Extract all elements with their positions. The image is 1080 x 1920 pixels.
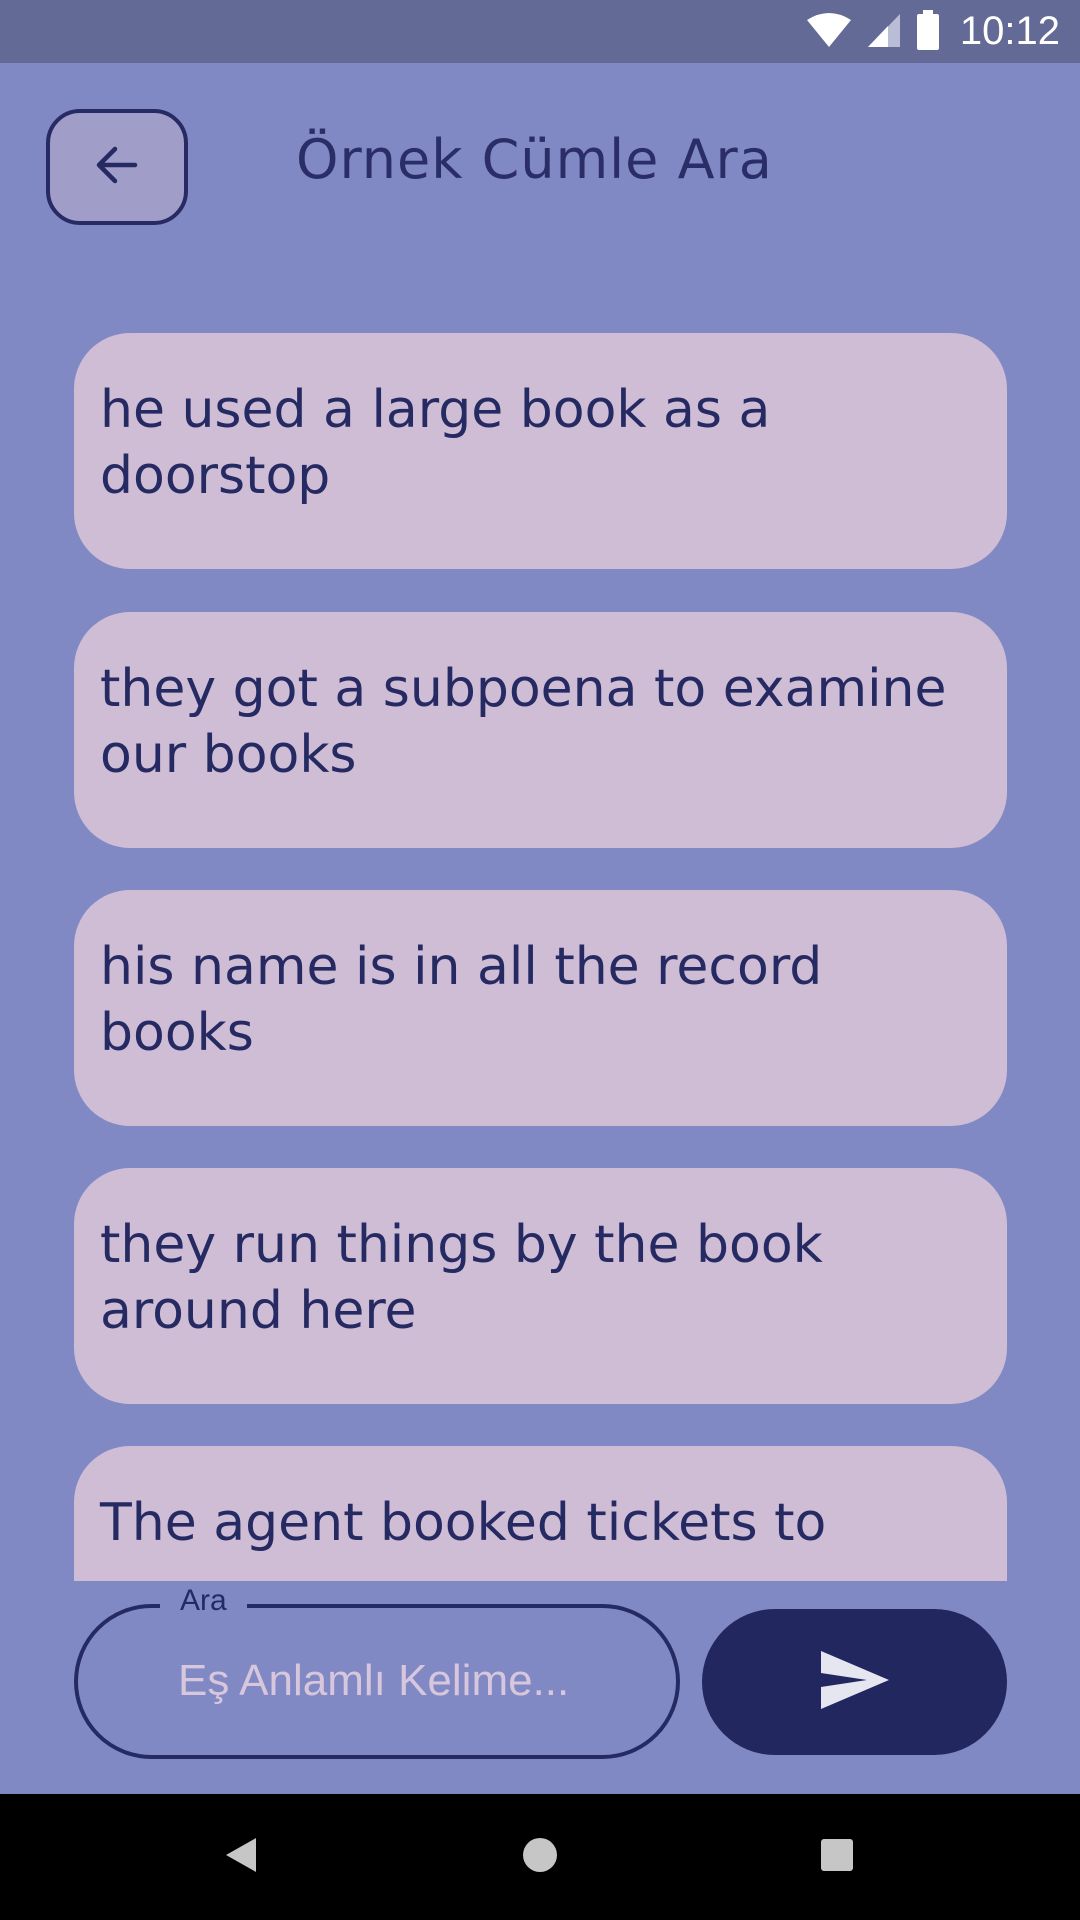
screen: 10:12 Örnek Cümle Ara he used a large bo… — [0, 0, 1080, 1920]
sentence-text: his name is in all the record books — [100, 937, 823, 1063]
status-bar: 10:12 — [0, 0, 1080, 63]
send-button[interactable] — [702, 1609, 1007, 1755]
page-title: Örnek Cümle Ara — [296, 128, 773, 191]
back-button[interactable] — [46, 109, 188, 225]
recents-square-icon — [820, 1838, 854, 1876]
cell-signal-icon — [866, 12, 902, 52]
battery-icon — [916, 9, 940, 54]
back-triangle-icon — [224, 1836, 258, 1878]
sentence-card[interactable]: his name is in all the record books — [74, 890, 1007, 1126]
arrow-left-icon — [95, 143, 139, 191]
sentence-text: they run things by the book around here — [100, 1215, 823, 1341]
home-circle-icon — [521, 1836, 559, 1878]
wifi-icon — [806, 12, 852, 52]
sentence-card[interactable]: The agent booked tickets to — [74, 1446, 1007, 1581]
search-label: Ara — [160, 1584, 247, 1618]
nav-back-button[interactable] — [178, 1794, 304, 1920]
send-icon — [819, 1649, 891, 1715]
status-time: 10:12 — [959, 9, 1060, 53]
nav-recents-button[interactable] — [774, 1794, 900, 1920]
nav-home-button[interactable] — [477, 1794, 603, 1920]
sentence-card[interactable]: he used a large book as a doorstop — [74, 333, 1007, 569]
sentence-card[interactable]: they run things by the book around here — [74, 1168, 1007, 1404]
search-field[interactable]: Ara — [74, 1584, 680, 1759]
sentence-text: they got a subpoena to examine our books — [100, 659, 947, 785]
search-input[interactable] — [178, 1646, 638, 1716]
sentence-text: The agent booked tickets to — [100, 1493, 827, 1553]
sentence-text: he used a large book as a doorstop — [100, 380, 771, 506]
sentence-card[interactable]: they got a subpoena to examine our books — [74, 612, 1007, 848]
status-icons: 10:12 — [806, 0, 1060, 63]
navigation-bar — [0, 1794, 1080, 1920]
sentence-list[interactable]: he used a large book as a doorstop they … — [0, 300, 1080, 1581]
